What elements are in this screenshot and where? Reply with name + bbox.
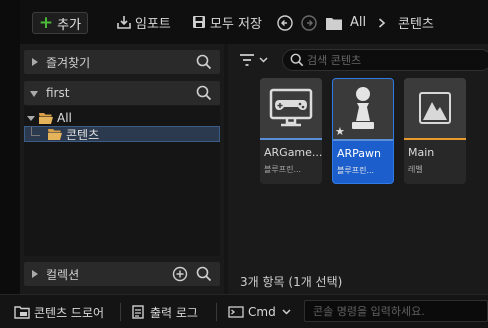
divider [216,303,217,321]
back-arrow-icon[interactable] [277,15,293,31]
content-drawer-icon [14,306,30,319]
import-button[interactable]: 임포트 [116,12,171,32]
plus-icon: + [38,12,54,33]
asset-name: ARGame... [264,146,322,159]
save-icon [193,16,205,28]
chevron-down-icon [282,309,291,315]
output-log-button[interactable]: 출력 로그 [132,303,198,321]
level-icon [419,92,451,124]
project-header[interactable]: first [24,81,220,105]
forward-arrow-icon[interactable] [301,15,317,31]
background-strip [0,0,20,294]
tree-guide-line [31,126,40,136]
asset-tile-argame[interactable]: ARGame... 블루프린... [260,78,322,184]
breadcrumb-all-label: All [350,14,367,30]
search-icon[interactable] [196,266,212,282]
terminal-icon [228,306,244,318]
asset-thumbnail [404,78,466,138]
asset-type: 블루프린... [337,166,375,175]
asset-view-panel: 검색 콘텐츠 ARGame... 블루프린... ★ ARPawn 블루프린..… [228,44,488,294]
folder-open-icon [48,128,62,140]
asset-type: 레벨 [408,165,423,174]
favorites-header[interactable]: 즐겨찾기 [24,50,220,74]
collections-label: 컬렉션 [46,267,80,282]
asset-name: Main [408,146,435,159]
gamepad-icon [269,88,313,127]
save-all-label: 모두 저장 [210,16,262,32]
tree-item-label: 콘텐츠 [66,127,100,142]
expand-arrow-icon [32,270,38,278]
folder-open-icon [39,112,53,124]
asset-thumbnail [260,78,322,138]
add-button-label: 추가 [57,17,82,33]
content-drawer-button[interactable]: 콘텐츠 드로어 [14,303,104,321]
asset-thumbnail: ★ [333,79,393,139]
filter-icon [240,54,254,66]
cmd-dropdown[interactable]: Cmd [228,303,291,321]
project-label: first [46,86,70,100]
collections-header[interactable]: 컬렉션 [24,262,220,286]
star-icon: ★ [335,125,345,138]
cmd-label: Cmd [248,305,276,319]
sources-panel: 즐겨찾기 first All 콘텐츠 컬렉션 [20,44,224,294]
filter-button[interactable] [240,54,268,66]
breadcrumb-content[interactable]: 콘텐츠 [398,12,434,32]
toolbar: + 추가 임포트 모두 저장 All 콘텐츠 [20,0,488,44]
folder-tree: All 콘텐츠 [24,106,220,256]
search-icon[interactable] [196,54,212,70]
item-count-status: 3개 항목 (1개 선택) [240,275,343,289]
asset-type-bar [260,138,322,140]
import-icon [117,16,131,29]
collapse-arrow-icon [27,115,35,121]
asset-name: ARPawn [337,147,382,160]
pawn-icon [352,87,374,129]
output-log-icon [132,305,144,319]
collapse-arrow-icon [30,91,38,97]
tree-item-content[interactable]: 콘텐츠 [24,126,220,142]
import-label: 임포트 [135,16,171,32]
search-input[interactable]: 검색 콘텐츠 [282,49,488,71]
console-placeholder: 콘솔 명령을 입력하세요. [313,305,425,318]
tree-item-all[interactable]: All [24,110,220,126]
asset-type: 블루프린... [264,165,302,174]
search-icon[interactable] [196,85,212,101]
output-log-label: 출력 로그 [150,305,198,320]
console-input[interactable]: 콘솔 명령을 입력하세요. [304,300,488,322]
content-drawer-label: 콘텐츠 드로어 [34,305,105,320]
chevron-right-icon [378,18,386,28]
breadcrumb-content-label: 콘텐츠 [398,16,434,32]
content-browser-window: + 추가 임포트 모두 저장 All 콘텐츠 즐겨찾기 first All 콘텐… [20,0,488,294]
add-button[interactable]: + 추가 [32,12,88,34]
asset-type-bar [333,139,393,141]
bottom-toolbar: 콘텐츠 드로어 출력 로그 Cmd 콘솔 명령을 입력하세요. [0,294,488,328]
divider [120,303,121,321]
tree-item-label: All [57,111,72,125]
search-placeholder: 검색 콘텐츠 [307,54,362,67]
search-icon [290,53,304,67]
favorites-label: 즐겨찾기 [46,55,91,70]
asset-tile-arpawn[interactable]: ★ ARPawn 블루프린... [332,78,394,184]
chevron-down-icon [259,57,268,63]
folder-icon [326,18,342,30]
asset-type-bar [404,138,466,140]
breadcrumb-all[interactable]: All [350,12,366,32]
add-collection-icon[interactable] [172,266,188,282]
expand-arrow-icon [32,58,38,66]
asset-tile-main[interactable]: Main 레벨 [404,78,466,184]
save-all-button[interactable]: 모두 저장 [192,12,262,32]
